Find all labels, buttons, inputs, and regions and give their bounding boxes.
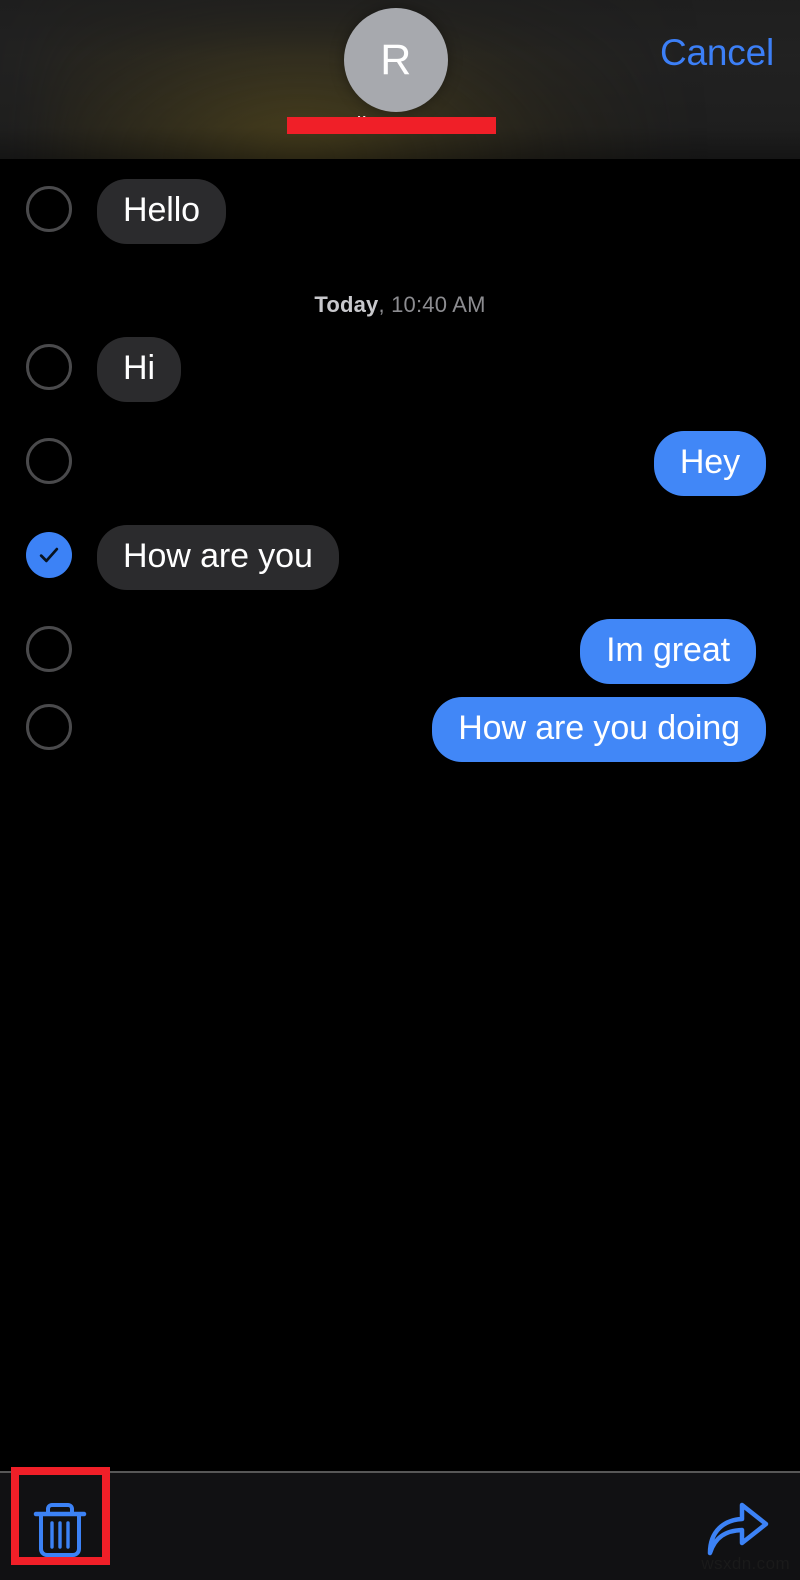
- message-bubble-wrapper: Hey: [653, 431, 786, 498]
- cancel-button[interactable]: Cancel: [660, 34, 774, 71]
- avatar-initial: R: [380, 35, 412, 84]
- message-list[interactable]: Today, 10:40 AM Hello Hi Hey How are you Im …: [0, 159, 800, 1449]
- incoming-message-bubble[interactable]: Hello: [97, 179, 226, 245]
- message-bubble-wrapper: Hello: [77, 179, 226, 246]
- outgoing-message-bubble[interactable]: Hey: [653, 431, 766, 497]
- message-unselected-checkbox[interactable]: [26, 626, 72, 672]
- message-bubble-wrapper: Hi: [77, 337, 181, 404]
- message-bubble-wrapper: Im great: [580, 619, 756, 685]
- message-bubble-wrapper: How are you doing: [432, 697, 786, 764]
- outgoing-message-bubble[interactable]: How are you doing: [432, 697, 766, 763]
- timestamp-time: , 10:40 AM: [378, 292, 486, 317]
- watermark: wsxdn.com: [701, 1554, 790, 1573]
- forward-button[interactable]: [706, 1499, 770, 1557]
- message-unselected-checkbox[interactable]: [26, 344, 72, 390]
- incoming-message-bubble[interactable]: How are you: [97, 525, 339, 591]
- trash-icon: [33, 1503, 87, 1557]
- avatar[interactable]: R: [344, 8, 448, 112]
- message-unselected-checkbox[interactable]: [26, 186, 72, 232]
- message-bubble-wrapper: How are you: [77, 525, 339, 592]
- conversation-header: R Rihanna Bo Cancel: [0, 0, 800, 159]
- selection-action-toolbar: wsxdn.com: [0, 1471, 800, 1580]
- message-selected-checkbox[interactable]: [26, 532, 72, 578]
- messages-selection-screen: R Rihanna Bo Cancel Today, 10:40 AM Hell…: [0, 0, 800, 1580]
- delete-button[interactable]: [30, 1497, 90, 1559]
- incoming-message-bubble[interactable]: Hi: [97, 337, 181, 403]
- forward-arrow-icon: [707, 1502, 769, 1556]
- message-unselected-checkbox[interactable]: [26, 438, 72, 484]
- check-icon: [39, 547, 59, 563]
- message-unselected-checkbox[interactable]: [26, 704, 72, 750]
- timestamp-day: Today: [314, 292, 379, 317]
- name-redaction-bar: [287, 117, 496, 134]
- message-timestamp: Today, 10:40 AM: [0, 292, 800, 318]
- outgoing-message-bubble[interactable]: Im great: [580, 619, 756, 685]
